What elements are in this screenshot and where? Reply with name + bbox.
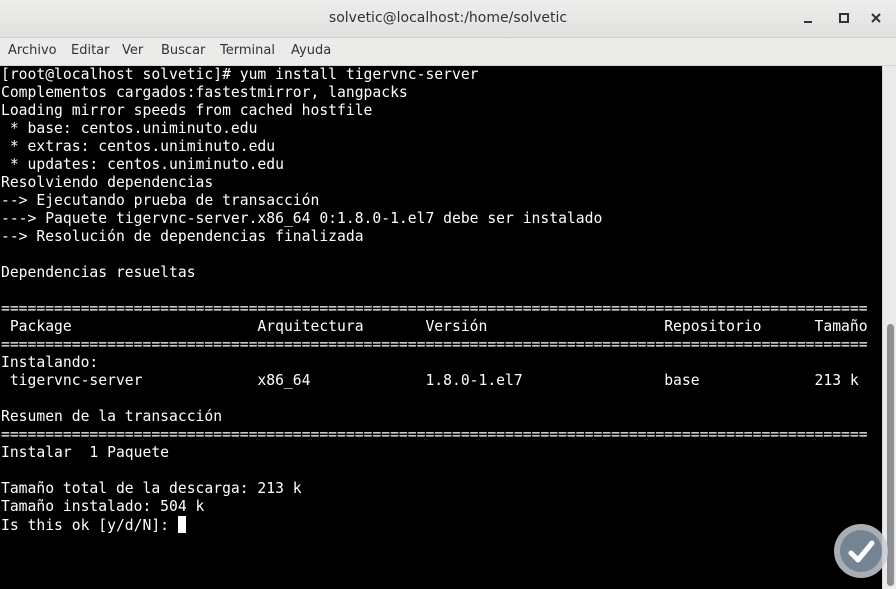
terminal-line: Instalar 1 Paquete [1,444,169,462]
terminal-line-text: * updates: centos.uniminuto.edu [1,156,284,173]
terminal-line: Loading mirror speeds from cached hostfi… [1,102,372,120]
menu-bar: Archivo Editar Ver Buscar Terminal Ayuda [0,38,896,66]
terminal-line-text: Resolviendo dependencias [1,174,214,191]
terminal-line-text: ========================================… [1,336,868,353]
terminal-line: --> Ejecutando prueba de transacción [1,192,319,210]
terminal-line-text: [root@localhost solvetic]# yum install t… [1,66,479,83]
terminal-line-text: ========================================… [1,426,868,443]
minimize-icon[interactable] [798,8,818,28]
terminal-line: Resolviendo dependencias [1,174,213,192]
terminal-line-text: Tamaño instalado: 504 k [1,498,205,515]
menu-ver[interactable]: Ver [122,38,143,65]
terminal-line-text: Loading mirror speeds from cached hostfi… [1,102,373,119]
terminal-line: Tamaño total de la descarga: 213 k [1,480,302,498]
menu-archivo[interactable]: Archivo [8,38,57,65]
terminal-line-text: Complementos cargados:fastestmirror, lan… [1,84,408,101]
terminal-line: --> Resolución de dependencias finalizad… [1,228,364,246]
terminal-line-text: Resumen de la transacción [1,408,223,425]
terminal-line: Package Arquitectura Versión Repositorio… [1,318,868,336]
terminal-line: ========================================… [1,426,868,444]
solvetic-logo-icon [833,523,889,579]
terminal-line-text: tigervnc-server x86_64 1.8.0-1.el7 base … [1,372,859,389]
terminal-line: Dependencias resueltas [1,264,196,282]
terminal-line-text: Instalar 1 Paquete [1,444,170,461]
terminal-line: Instalando: [1,354,98,372]
terminal-line-text: ---> Paquete tigervnc-server.x86_64 0:1.… [1,210,603,227]
terminal-line: * updates: centos.uniminuto.edu [1,156,284,174]
terminal-line-text: * base: centos.uniminuto.edu [1,120,258,137]
terminal-line-text: --> Ejecutando prueba de transacción [1,192,320,209]
terminal-line-text: * extras: centos.uniminuto.edu [1,138,276,155]
terminal-line-text: Instalando: [1,354,99,371]
terminal-output[interactable]: [root@localhost solvetic]# yum install t… [0,66,882,589]
terminal-window: solvetic@localhost:/home/solvetic Archiv… [0,0,896,589]
terminal-line-text: Dependencias resueltas [1,264,196,281]
close-icon[interactable] [866,8,886,28]
terminal-line: * extras: centos.uniminuto.edu [1,138,275,156]
terminal-line-text: Package Arquitectura Versión Repositorio… [1,318,868,335]
window-title: solvetic@localhost:/home/solvetic [328,10,568,26]
terminal-line: ========================================… [1,336,868,354]
terminal-line-text: Is this ok [y/d/N]: [1,517,178,534]
vertical-scrollbar[interactable] [882,66,896,589]
terminal-line: Complementos cargados:fastestmirror, lan… [1,84,408,102]
terminal-line: [root@localhost solvetic]# yum install t… [1,66,479,84]
terminal-line: ---> Paquete tigervnc-server.x86_64 0:1.… [1,210,602,228]
text-cursor [177,516,186,533]
terminal-line-text: ========================================… [1,300,868,317]
terminal-line: ========================================… [1,300,868,318]
menu-ayuda[interactable]: Ayuda [291,38,331,65]
menu-buscar[interactable]: Buscar [161,38,205,65]
terminal-line: * base: centos.uniminuto.edu [1,120,258,138]
menu-terminal[interactable]: Terminal [220,38,275,65]
terminal-line-text: --> Resolución de dependencias finalizad… [1,228,364,245]
title-bar[interactable]: solvetic@localhost:/home/solvetic [0,0,896,38]
maximize-icon[interactable] [834,8,854,28]
terminal-line: Tamaño instalado: 504 k [1,498,204,516]
terminal-line: Is this ok [y/d/N]: [1,516,186,534]
menu-editar[interactable]: Editar [71,38,110,65]
terminal-line-text: Tamaño total de la descarga: 213 k [1,480,302,497]
terminal-line: Resumen de la transacción [1,408,222,426]
terminal-line: tigervnc-server x86_64 1.8.0-1.el7 base … [1,372,859,390]
